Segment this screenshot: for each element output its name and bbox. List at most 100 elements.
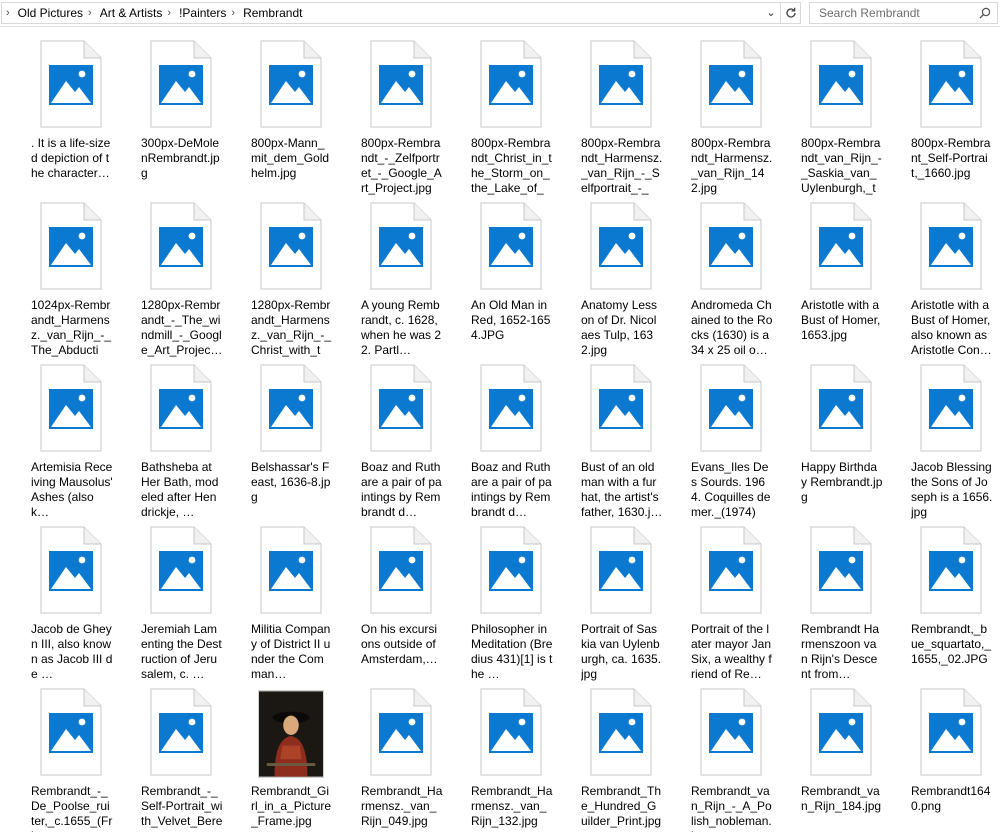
file-grid: . It is a life-sized depiction of the ch… [21, 40, 1000, 832]
file-name: Rembrandt1640.png [911, 784, 991, 813]
file-item[interactable]: Rembrandt_-_Self-Portrait_with_Velvet_Be… [131, 688, 241, 832]
breadcrumb-item-art-artists[interactable]: Art & Artists [99, 3, 164, 23]
image-file-icon [40, 40, 102, 128]
file-item[interactable]: Rembrandt_van_Rijn_-_A_Polish_nobleman.j [681, 688, 791, 832]
file-item[interactable]: Rembrandt Harmenszoon van Rijn's Descent… [791, 526, 901, 688]
file-item[interactable]: 800px-Rembrandt_Harmensz._van_Rijn_-_Sel… [571, 40, 681, 202]
chevron-down-icon[interactable]: ⌄ [764, 3, 778, 23]
image-file-icon [920, 202, 982, 290]
breadcrumb[interactable]: › Old Pictures › Art & Artists › !Painte… [1, 2, 781, 24]
image-file-icon [590, 40, 652, 128]
file-item[interactable]: Rembrandt_The_Hundred_Guilder_Print.jpg [571, 688, 681, 832]
chevron-right-icon[interactable]: › [227, 3, 242, 23]
file-thumbnail [247, 526, 335, 618]
file-item[interactable]: A young Rembrandt, c. 1628, when he was … [351, 202, 461, 364]
file-item[interactable]: Philosopher in Meditation (Bredius 431)[… [461, 526, 571, 688]
file-item[interactable]: Rembrandt,_bue_squartato,_1655,_02.JPG [901, 526, 1000, 688]
file-item[interactable]: Rembrandt1640.png [901, 688, 1000, 832]
file-name: 800px-Rembrandt_-_Zelfportret_-_Google_A… [361, 136, 442, 195]
file-thumbnail [907, 202, 995, 294]
file-item[interactable]: Andromeda Chained to the Rocks (1630) is… [681, 202, 791, 364]
file-item[interactable]: 800px-Mann_mit_dem_Goldhelm.jpg [241, 40, 351, 202]
file-name: Andromeda Chained to the Rocks (1630) is… [691, 298, 773, 357]
file-item[interactable]: Aristotle with a Bust of Homer, also kno… [901, 202, 1000, 364]
file-item[interactable]: Rembrandt_-_De_Poolse_ruiter,_c.1655_(Fr… [21, 688, 131, 832]
file-item[interactable]: Belshassar's Feast, 1636-8.jpg [241, 364, 351, 526]
file-item[interactable]: Militia Company of District II under the… [241, 526, 351, 688]
file-item[interactable]: Rembrandt_Girl_in_a_Picture_Frame.jpg [241, 688, 351, 832]
file-item[interactable]: 800px-Rembrandt_Harmensz._van_Rijn_142.j… [681, 40, 791, 202]
file-thumbnail [27, 526, 115, 618]
file-name: An Old Man in Red, 1652-1654.JPG [471, 298, 551, 342]
refresh-button[interactable] [781, 2, 801, 24]
image-file-icon [40, 364, 102, 452]
file-item[interactable]: 300px-DeMolenRembrandt.jpg [131, 40, 241, 202]
image-file-icon [370, 364, 432, 452]
file-item[interactable]: Aristotle with a Bust of Homer, 1653.jpg [791, 202, 901, 364]
file-name: Portrait of Saskia van Uylenburgh, ca. 1… [581, 622, 662, 681]
image-file-icon [260, 364, 322, 452]
file-item[interactable]: Jacob Blessing the Sons of Joseph is a 1… [901, 364, 1000, 526]
search-box[interactable] [809, 2, 998, 24]
file-name: Evans_Iles Des Sourds. 1964. Coquilles d… [691, 460, 771, 519]
file-thumbnail [357, 364, 445, 456]
file-name: 800px-Rembrant_Self-Portrait,_1660.jpg [911, 136, 991, 180]
breadcrumb-item-painters[interactable]: !Painters [178, 3, 227, 23]
file-item[interactable]: Artemisia Receiving Mausolus' Ashes (als… [21, 364, 131, 526]
file-name: A young Rembrandt, c. 1628, when he was … [361, 298, 442, 357]
file-thumbnail [577, 364, 665, 456]
image-file-icon [260, 40, 322, 128]
file-thumbnail [357, 40, 445, 132]
file-name: Belshassar's Feast, 1636-8.jpg [251, 460, 331, 504]
file-item[interactable]: 800px-Rembrandt_van_Rijn_-_Saskia_van_Uy… [791, 40, 901, 202]
file-item[interactable]: 1280px-Rembrandt_-_The_windmill_-_Google… [131, 202, 241, 364]
file-thumbnail [247, 688, 335, 780]
file-item[interactable]: Anatomy Lesson of Dr. Nicolaes Tulp, 163… [571, 202, 681, 364]
search-input[interactable] [810, 3, 975, 23]
file-item[interactable]: Bust of an old man with a fur hat, the a… [571, 364, 681, 526]
file-item[interactable]: On his excursions outside of Amsterdam,… [351, 526, 461, 688]
file-thumbnail [687, 364, 775, 456]
file-item[interactable]: Jeremiah Lamenting the Destruction of Je… [131, 526, 241, 688]
file-item[interactable]: 800px-Rembrant_Self-Portrait,_1660.jpg [901, 40, 1000, 202]
file-item[interactable]: Boaz and Ruth are a pair of paintings by… [461, 364, 571, 526]
file-item[interactable]: Boaz and Ruth are a pair of paintings by… [351, 364, 461, 526]
file-item[interactable]: Happy Birthday Rembrandt.jpg [791, 364, 901, 526]
file-thumbnail [467, 202, 555, 294]
file-item[interactable]: Rembrandt_Harmensz._van_Rijn_132.jpg [461, 688, 571, 832]
breadcrumb-item-rembrandt[interactable]: Rembrandt [242, 3, 303, 23]
file-item[interactable]: Jacob de Gheyn III, also known as Jacob … [21, 526, 131, 688]
file-thumbnail [247, 202, 335, 294]
breadcrumb-item-old-pictures[interactable]: Old Pictures [17, 3, 84, 23]
search-icon[interactable] [979, 7, 991, 19]
image-file-icon [480, 688, 542, 776]
chevron-right-icon[interactable]: › [2, 3, 17, 23]
file-thumbnail [27, 364, 115, 456]
file-item[interactable]: 1280px-Rembrandt_Harmensz._van_Rijn_-_Ch… [241, 202, 351, 364]
file-thumbnail [247, 364, 335, 456]
file-name: Aristotle with a Bust of Homer, 1653.jpg [801, 298, 881, 342]
file-item[interactable]: Rembrandt_Harmensz._van_Rijn_049.jpg [351, 688, 461, 832]
file-item[interactable]: An Old Man in Red, 1652-1654.JPG [461, 202, 571, 364]
image-file-icon [920, 364, 982, 452]
file-item[interactable]: . It is a life-sized depiction of the ch… [21, 40, 131, 202]
file-item[interactable]: Evans_Iles Des Sourds. 1964. Coquilles d… [681, 364, 791, 526]
chevron-right-icon[interactable]: › [163, 3, 178, 23]
file-item[interactable]: Portrait of Saskia van Uylenburgh, ca. 1… [571, 526, 681, 688]
file-item[interactable]: Portrait of the later mayor Jan Six, a w… [681, 526, 791, 688]
file-thumbnail [357, 202, 445, 294]
file-item[interactable]: 800px-Rembrandt_-_Zelfportret_-_Google_A… [351, 40, 461, 202]
refresh-icon [785, 7, 796, 18]
file-thumbnail [797, 202, 885, 294]
file-thumbnail [577, 40, 665, 132]
file-item[interactable]: 1024px-Rembrandt_Harmensz._van_Rijn_-_Th… [21, 202, 131, 364]
file-item[interactable]: Bathsheba at Her Bath, modeled after Hen… [131, 364, 241, 526]
file-thumbnail [137, 364, 225, 456]
chevron-right-icon[interactable]: › [84, 3, 99, 23]
file-thumbnail [27, 688, 115, 780]
file-name: Boaz and Ruth are a pair of paintings by… [361, 460, 442, 519]
image-file-icon [920, 40, 982, 128]
image-file-icon [370, 526, 432, 614]
file-item[interactable]: 800px-Rembrandt_Christ_in_the_Storm_on_t… [461, 40, 571, 202]
file-item[interactable]: Rembrandt_van_Rijn_184.jpg [791, 688, 901, 832]
